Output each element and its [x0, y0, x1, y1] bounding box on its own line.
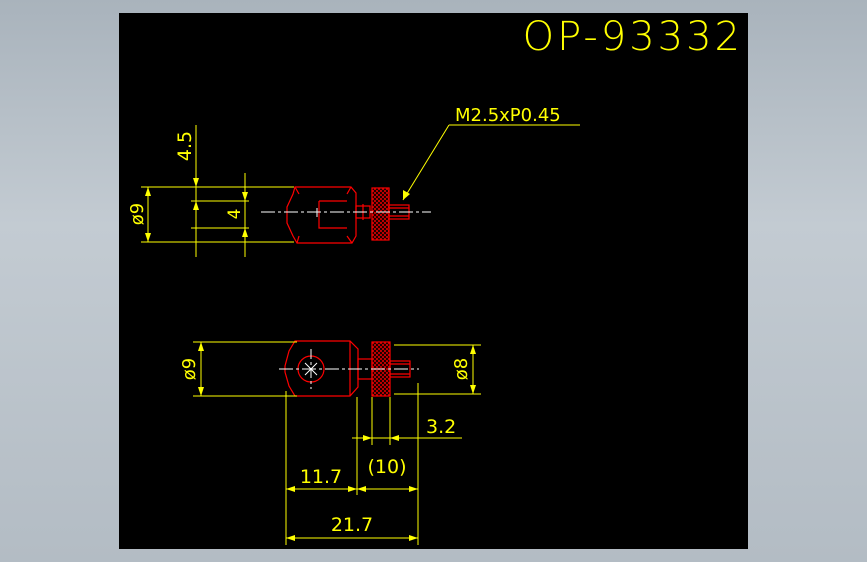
front-view-arrowheads — [198, 342, 476, 541]
dim-3-2: 3.2 — [426, 416, 456, 438]
dim-height-4-5: 4.5 — [174, 131, 196, 161]
front-view-centerlines — [279, 349, 419, 389]
dim-10: (10) — [367, 456, 406, 478]
dim-top-diameter-9: ø9 — [127, 203, 148, 225]
thread-callout: M2.5xP0.45 — [402, 105, 580, 201]
dim-slot-4: 4 — [225, 209, 245, 220]
dim-front-diameter-9: ø9 — [179, 358, 200, 380]
top-view-body-outline — [286, 186, 410, 244]
dim-11-7: 11.7 — [300, 466, 342, 488]
dim-21-7: 21.7 — [331, 514, 373, 536]
front-view: ø9 ø8 3.2 11.7 (10) 21.7 — [179, 340, 481, 545]
top-view-dimensions — [141, 125, 294, 257]
thread-callout-label: M2.5xP0.45 — [455, 105, 561, 126]
dim-front-diameter-8: ø8 — [451, 358, 472, 380]
top-view: 4.5 ø9 4 — [127, 125, 431, 257]
cad-drawing-canvas[interactable]: OP-93332 4.5 ø9 4 M2.5xP0.45 ø9 ø8 3.2 1… — [119, 13, 748, 549]
technical-drawing: OP-93332 4.5 ø9 4 M2.5xP0.45 ø9 ø8 3.2 1… — [127, 14, 743, 545]
drawing-title: OP-93332 — [523, 14, 743, 60]
